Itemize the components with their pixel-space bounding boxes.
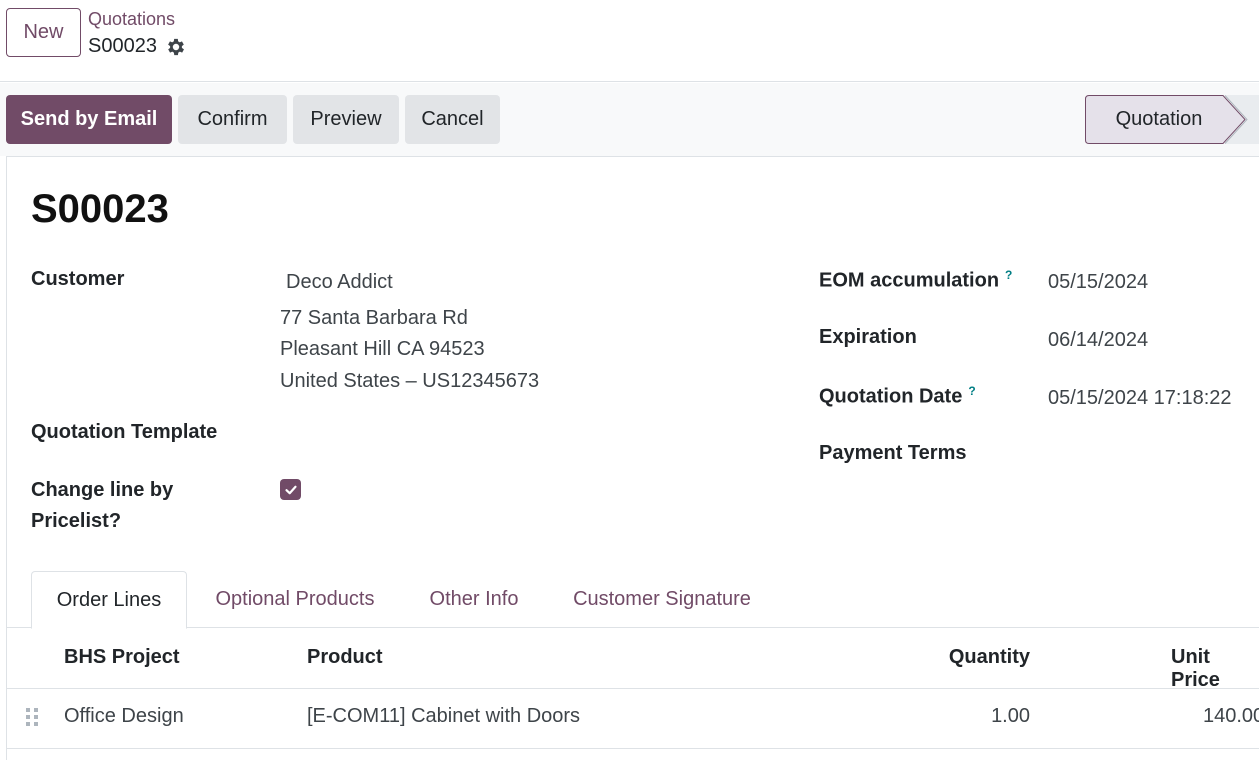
checkmark-icon <box>284 485 297 494</box>
quotation-template-label: Quotation Template <box>31 421 218 443</box>
breadcrumb-quotations-link[interactable]: Quotations <box>88 9 175 30</box>
status-bar: Quotation <box>1085 95 1259 144</box>
table-cell-quantity[interactable]: 1.00 <box>991 705 1030 728</box>
customer-address-line1: 77 Santa Barbara Rd <box>280 307 468 329</box>
expiration-label: Expiration <box>819 326 917 348</box>
help-icon[interactable]: ? <box>968 384 975 398</box>
customer-address-line3: United States – US12345673 <box>280 370 540 392</box>
table-cell-unit-price[interactable]: 140.00 <box>1203 705 1259 728</box>
eom-accumulation-label: EOM accumulation? <box>819 268 1013 292</box>
column-header-product[interactable]: Product <box>307 646 383 669</box>
gear-icon[interactable] <box>165 36 187 58</box>
column-header-quantity[interactable]: Quantity <box>949 646 1030 669</box>
table-cell-project[interactable]: Office Design <box>64 705 184 728</box>
pricelist-checkbox[interactable] <box>280 479 301 500</box>
new-button[interactable]: New <box>6 8 81 57</box>
tab-customer-signature[interactable]: Customer Signature <box>554 571 770 628</box>
action-bar: Send by Email Confirm Preview Cancel Quo… <box>0 83 1259 156</box>
column-header-bhs-project[interactable]: BHS Project <box>64 646 180 669</box>
pricelist-label-line1: Change line by <box>31 479 174 501</box>
customer-field[interactable]: Deco Addict <box>286 271 393 294</box>
pricelist-label-line2: Pricelist? <box>31 510 122 532</box>
eom-accumulation-value[interactable]: 05/15/2024 <box>1048 271 1148 294</box>
expiration-value[interactable]: 06/14/2024 <box>1048 329 1148 352</box>
quotation-date-value[interactable]: 05/15/2024 17:18:22 <box>1048 387 1232 410</box>
customer-label: Customer <box>31 268 125 290</box>
cancel-button[interactable]: Cancel <box>405 95 500 144</box>
control-panel: New Quotations S00023 <box>0 0 1259 82</box>
help-icon[interactable]: ? <box>1005 268 1012 282</box>
drag-handle-icon[interactable] <box>25 707 39 727</box>
table-header-divider <box>6 688 1259 689</box>
form-sheet <box>6 156 1259 760</box>
customer-address-line2: Pleasant Hill CA 94523 <box>280 338 485 360</box>
confirm-button[interactable]: Confirm <box>178 95 287 144</box>
column-header-unit-price[interactable]: Unit Price <box>1171 646 1259 692</box>
breadcrumb-current: S00023 <box>88 35 157 57</box>
tab-order-lines[interactable]: Order Lines <box>31 571 187 629</box>
payment-terms-label: Payment Terms <box>819 442 967 464</box>
send-by-email-button[interactable]: Send by Email <box>6 95 172 144</box>
table-row-divider <box>6 748 1259 749</box>
record-title: S00023 <box>31 187 169 231</box>
table-cell-product[interactable]: [E-COM11] Cabinet with Doors <box>307 705 580 728</box>
status-quotation[interactable]: Quotation <box>1085 95 1233 144</box>
notebook-tabs: Order Lines Optional Products Other Info… <box>6 571 1259 629</box>
tab-optional-products[interactable]: Optional Products <box>195 571 395 628</box>
tab-other-info[interactable]: Other Info <box>411 571 537 628</box>
preview-button[interactable]: Preview <box>293 95 399 144</box>
quotation-date-label: Quotation Date? <box>819 384 976 408</box>
